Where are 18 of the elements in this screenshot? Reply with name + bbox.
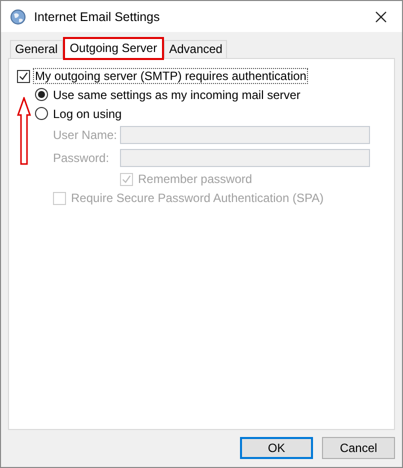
tab[interactable]: General bbox=[10, 40, 63, 58]
tab[interactable]: Outgoing Server bbox=[64, 38, 164, 59]
radio-label: Log on using bbox=[52, 106, 123, 122]
globe-icon bbox=[10, 8, 26, 24]
field-label: User Name: bbox=[53, 128, 118, 142]
field-label: Password: bbox=[53, 151, 110, 165]
checkbox-label: My outgoing server (SMTP) requires authentication bbox=[33, 68, 308, 84]
checkbox-label: Require Secure Password Authentication (SPA) bbox=[70, 190, 325, 206]
checkbox[interactable] bbox=[17, 70, 30, 82]
window-title: Internet Email Settings bbox=[34, 10, 161, 24]
close-icon[interactable] bbox=[375, 10, 387, 22]
dialog-button[interactable]: OK bbox=[240, 437, 313, 459]
dialog-button[interactable]: Cancel bbox=[322, 437, 395, 459]
radio-button[interactable] bbox=[35, 107, 48, 120]
radio-label: Use same settings as my incoming mail server bbox=[52, 86, 302, 102]
tab[interactable]: Advanced bbox=[164, 40, 228, 58]
radio-button[interactable] bbox=[35, 88, 48, 101]
checkbox-label: Remember password bbox=[137, 171, 254, 187]
